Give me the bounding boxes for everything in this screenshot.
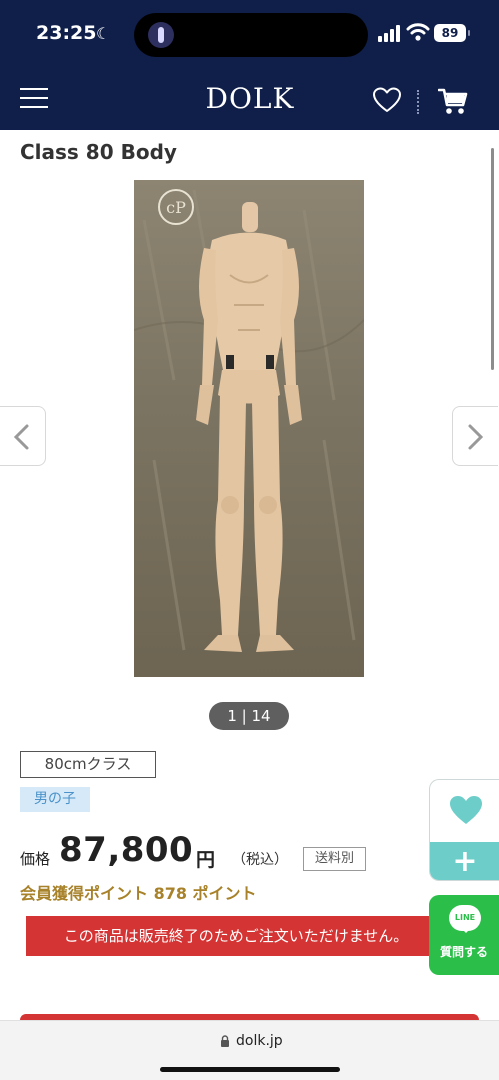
flashlight-icon bbox=[148, 22, 174, 48]
next-image-button[interactable] bbox=[452, 406, 498, 466]
dynamic-island bbox=[134, 13, 368, 57]
shipping-tag: 送料別 bbox=[303, 847, 366, 871]
heart-icon bbox=[450, 796, 482, 824]
url-text: dolk.jp bbox=[236, 1033, 283, 1049]
previous-image-button[interactable] bbox=[0, 406, 46, 466]
site-header: DOLK bbox=[0, 68, 499, 130]
tax-note: （税込） bbox=[232, 852, 288, 868]
image-counter: 1 | 14 bbox=[209, 702, 289, 730]
moon-icon: ☾ bbox=[96, 24, 111, 43]
gender-tag[interactable]: 男の子 bbox=[20, 787, 90, 812]
price-label: 価格 bbox=[20, 850, 51, 868]
price-value: 87,800 bbox=[59, 830, 194, 870]
home-indicator[interactable] bbox=[160, 1067, 340, 1072]
member-points: 会員獲得ポイント 878 ポイント bbox=[20, 884, 257, 903]
menu-icon[interactable] bbox=[20, 86, 48, 110]
cellular-signal-icon bbox=[378, 24, 404, 42]
size-tag[interactable]: 80cmクラス bbox=[20, 751, 156, 778]
scrollbar-thumb[interactable] bbox=[491, 148, 494, 370]
lock-icon bbox=[221, 1035, 229, 1047]
line-logo-icon: LINE bbox=[449, 905, 481, 933]
soldout-banner: この商品は販売終了のためご注文いただけません。 bbox=[26, 916, 446, 956]
doll-body-illustration: cP bbox=[134, 189, 364, 652]
wifi-icon bbox=[406, 23, 430, 41]
heart-icon[interactable] bbox=[372, 86, 402, 114]
app-root: 23:25 ☾ 89 DOLK Class 80 Body cP 1 | 14 … bbox=[0, 0, 499, 1080]
product-image[interactable]: cP bbox=[134, 180, 364, 677]
header-divider bbox=[417, 90, 419, 114]
add-favorite-button[interactable]: + bbox=[430, 842, 499, 880]
line-question-button[interactable]: LINE 質問する bbox=[429, 895, 499, 975]
plus-icon: + bbox=[452, 844, 478, 879]
browser-url-bar[interactable]: dolk.jp bbox=[0, 1020, 499, 1080]
site-logo[interactable]: DOLK bbox=[150, 82, 350, 115]
status-time: 23:25 bbox=[36, 22, 97, 44]
battery-icon: 89 bbox=[434, 24, 470, 42]
price-currency: 円 bbox=[196, 849, 216, 871]
product-title: Class 80 Body bbox=[20, 140, 177, 164]
chevron-right-icon bbox=[468, 424, 484, 450]
chevron-left-icon bbox=[13, 424, 29, 450]
cart-icon[interactable] bbox=[438, 86, 468, 116]
line-question-label: 質問する bbox=[439, 945, 488, 959]
svg-text:cP: cP bbox=[166, 198, 186, 217]
favorite-widget[interactable]: + bbox=[429, 779, 499, 881]
status-bar: 23:25 ☾ 89 bbox=[0, 0, 499, 68]
